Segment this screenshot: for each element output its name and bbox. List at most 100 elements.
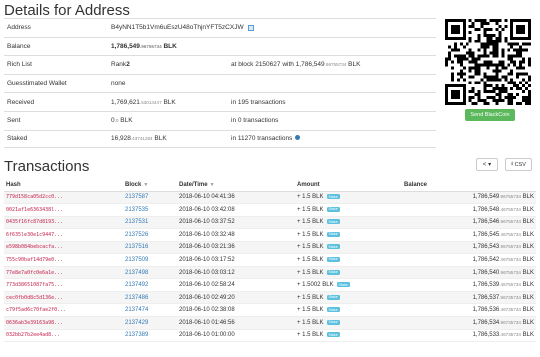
column-header-balance[interactable]: Balance: [404, 180, 536, 192]
block-link[interactable]: 2137587: [125, 194, 148, 200]
stake-badge: Stake: [326, 269, 340, 275]
tx-balance: 1,786,536: [472, 307, 500, 314]
tx-balance: 1,786,545: [472, 231, 500, 238]
pagination-dropdown-button[interactable]: < ▾: [476, 158, 498, 171]
tx-hash-link[interactable]: 0021af1e6363438l...: [6, 207, 63, 213]
staked-label: Staked: [7, 135, 28, 143]
block-link[interactable]: 2137486: [125, 295, 148, 301]
wallet-value: none: [111, 80, 126, 88]
sent-row: Sent 0.0 BLK in 0 transactions: [4, 110, 436, 130]
block-link[interactable]: 2137526: [125, 232, 148, 238]
wallet-row: Guesstimated Wallet none: [4, 73, 436, 93]
csv-export-button[interactable]: ⭳ CSV: [505, 158, 532, 171]
staked-main: 16,928: [111, 135, 131, 143]
rich-block-dec: .96755734: [324, 62, 347, 68]
column-header-hash[interactable]: Hash: [4, 180, 125, 192]
tx-balance: 1,786,546: [472, 219, 500, 226]
address-label: Address: [7, 24, 31, 32]
tx-balance-unit: BLK: [522, 269, 534, 276]
sort-icon: ▼: [209, 182, 215, 189]
block-link[interactable]: 2137509: [125, 257, 148, 263]
block-link[interactable]: 2137429: [125, 320, 148, 326]
tx-hash-link[interactable]: 755c90baf14d79e0...: [6, 257, 63, 263]
tx-balance-decimals: .46735734: [499, 307, 521, 313]
qr-code: [445, 19, 531, 105]
table-row: 779d158ca05d2cc0... 2137587 2018-06-10 04:…: [4, 191, 536, 205]
tx-balance-decimals: .96735734: [499, 319, 521, 325]
tx-balance-unit: BLK: [522, 206, 534, 213]
tx-date: 2018-06-10 02:38:08: [179, 307, 235, 314]
tx-date: 2018-06-10 03:03:12: [179, 269, 235, 276]
tx-balance: 1,786,539: [472, 282, 500, 289]
tx-hash-link[interactable]: cec0fb0d8c5d136e...: [6, 295, 63, 301]
tx-date: 2018-06-10 02:49:20: [179, 294, 235, 301]
tx-hash-link[interactable]: e598b084bebcacfa...: [6, 244, 63, 250]
staked-dec: .43741284: [130, 136, 153, 142]
block-link[interactable]: 2137516: [125, 244, 148, 250]
staked-row: Staked 16,928.43741284 BLK in 11270 tran…: [4, 129, 436, 149]
staked-tx-wrap: in 11270 transactions: [231, 135, 301, 142]
sent-unit: BLK: [120, 117, 133, 125]
stake-badge: Stake: [326, 219, 340, 225]
rich-rank: 2: [126, 61, 130, 69]
address-details: Address B4yNN1T5b1Vm6uEszU48oThjnYFT5zCX…: [4, 18, 436, 149]
tx-balance-decimals: .96755734: [499, 244, 521, 250]
tx-amount: + 1.5 BLK: [297, 244, 324, 251]
sort-icon: ▼: [143, 182, 149, 189]
rich-block-text: at block 2150627 with 1,786,549: [231, 61, 325, 69]
column-header-date[interactable]: Date/Time ▼: [179, 180, 297, 192]
tx-date: 2018-06-10 01:00:00: [179, 332, 235, 339]
tx-date: 2018-06-10 02:58:24: [179, 282, 235, 289]
block-link[interactable]: 2137389: [125, 332, 148, 338]
rich-rank-prefix: Rank: [111, 61, 127, 69]
tx-hash-link[interactable]: 032bb27b2ee4ad8...: [6, 332, 60, 338]
column-header-amount[interactable]: Amount: [297, 180, 404, 192]
block-link[interactable]: 2137474: [125, 307, 148, 313]
tx-hash-link[interactable]: 77e8e7a0fc0e6a1e...: [6, 270, 63, 276]
tx-amount: + 1.5 BLK: [297, 332, 324, 339]
table-row: 77e8e7a0fc0e6a1e... 2137498 2018-06-10 03:…: [4, 266, 536, 280]
send-blackcoin-button[interactable]: Send BlackCoin: [465, 109, 515, 121]
tx-hash-link[interactable]: 779d158ca05d2cc0...: [6, 194, 63, 200]
staked-unit: BLK: [154, 135, 167, 143]
tx-date: 2018-06-10 04:41:36: [179, 194, 235, 201]
received-unit: BLK: [163, 98, 176, 106]
block-link[interactable]: 2137492: [125, 282, 148, 288]
received-tx: in 195 transactions: [231, 98, 286, 106]
copy-icon[interactable]: [247, 24, 254, 31]
tx-date: 2018-06-10 03:37:52: [179, 219, 235, 226]
stake-badge: Stake: [326, 294, 340, 300]
tx-amount: + 1.5 BLK: [297, 194, 324, 201]
tx-amount: + 1.5 BLK: [297, 307, 324, 314]
tx-hash-link[interactable]: c79f5ad6c70fae2f0...: [6, 307, 66, 313]
tx-hash-link[interactable]: 0435f16fc87d8193...: [6, 219, 63, 225]
tx-balance-unit: BLK: [522, 282, 534, 289]
stake-badge: Stake: [326, 319, 340, 325]
sent-tx: in 0 transactions: [231, 117, 279, 125]
info-icon[interactable]: [295, 135, 301, 141]
tx-balance-decimals: .46755734: [499, 231, 521, 237]
stake-badge: Stake: [326, 307, 340, 313]
tx-hash-link[interactable]: 0636ab3e39163a98...: [6, 320, 63, 326]
tx-balance-decimals: .96755734: [499, 194, 521, 200]
tx-balance-decimals: .96755734: [499, 269, 521, 275]
block-link[interactable]: 2137535: [125, 207, 148, 213]
tx-amount: + 1.5 BLK: [297, 294, 324, 301]
tx-balance-unit: BLK: [522, 319, 534, 326]
tx-date: 2018-06-10 03:21:36: [179, 244, 235, 251]
tx-hash-link[interactable]: 6f635le30e1c9447...: [6, 232, 63, 238]
page-title: Details for Address: [4, 2, 130, 19]
table-row: e598b084bebcacfa... 2137516 2018-06-10 03:…: [4, 241, 536, 255]
address-value[interactable]: B4yNN1T5b1Vm6uEszU48oThjnYFT5zCXJW: [111, 24, 244, 31]
tx-balance-unit: BLK: [522, 194, 534, 201]
rich-list-label: Rich List: [7, 61, 32, 69]
balance-decimals: .96755734: [139, 43, 162, 49]
block-link[interactable]: 2137498: [125, 270, 148, 276]
tx-balance-decimals: .46755734: [499, 282, 521, 288]
tx-date: 2018-06-10 01:46:56: [179, 319, 235, 326]
column-header-block[interactable]: Block ▼: [125, 180, 179, 192]
tx-balance: 1,786,543: [472, 244, 500, 251]
tx-hash-link[interactable]: 773d38651087fa75...: [6, 282, 63, 288]
block-link[interactable]: 2137531: [125, 219, 148, 225]
table-row: 0636ab3e39163a98... 2137429 2018-06-10 01:…: [4, 316, 536, 330]
